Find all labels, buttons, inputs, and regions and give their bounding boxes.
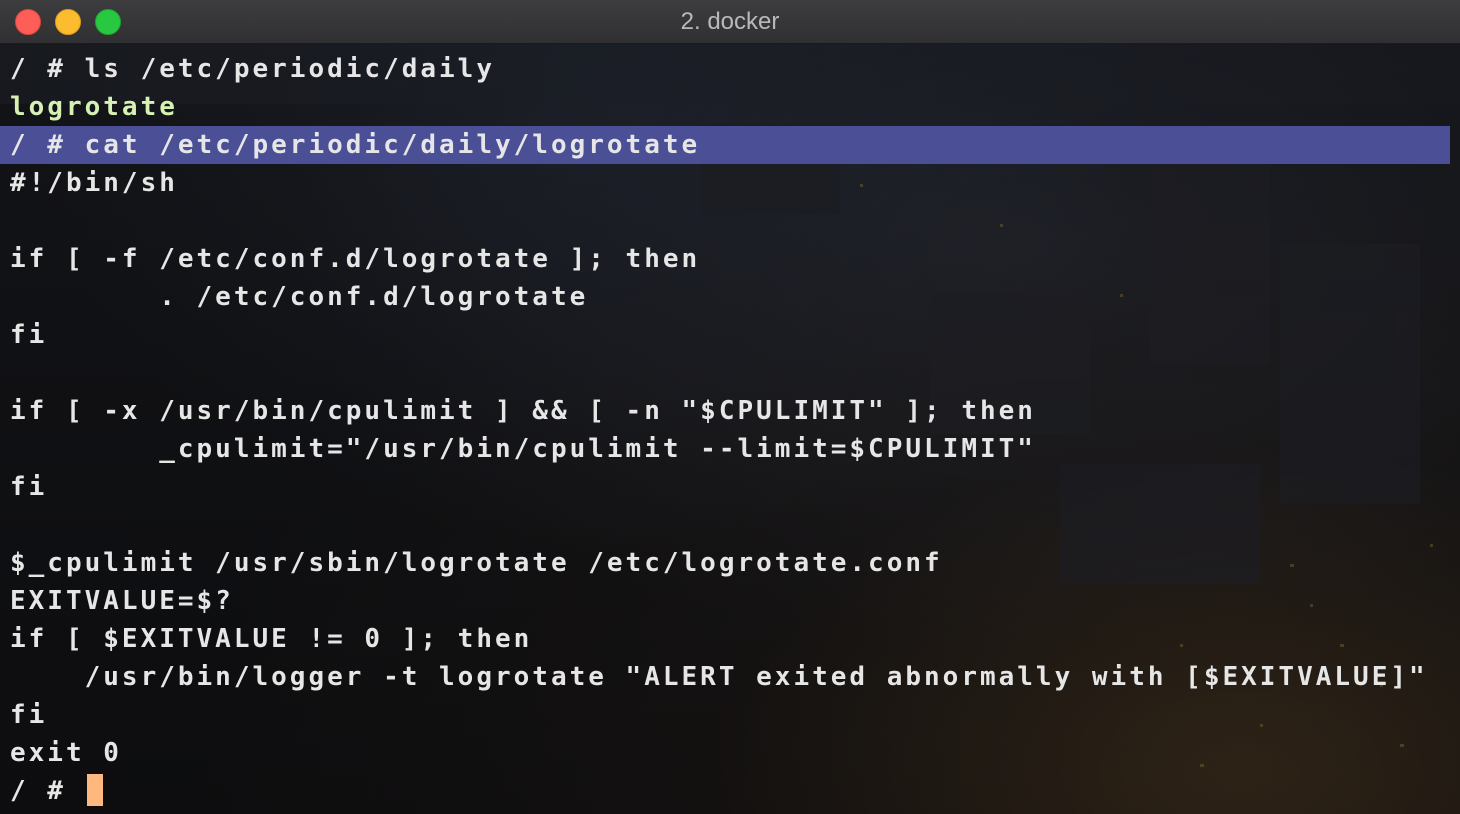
terminal-line: EXITVALUE=$? [10, 586, 234, 616]
terminal-prompt-line[interactable]: / # [0, 772, 1460, 810]
terminal-line: /usr/bin/logger -t logrotate "ALERT exit… [10, 662, 1428, 692]
terminal-window: 2. docker / # ls /etc/periodic/daily log… [0, 0, 1460, 814]
terminal-line: / # ls /etc/periodic/daily [10, 54, 495, 84]
terminal-line: if [ -f /etc/conf.d/logrotate ]; then [10, 244, 701, 274]
terminal-line: fi [10, 472, 48, 502]
terminal-line: _cpulimit="/usr/bin/cpulimit --limit=$CP… [10, 434, 1036, 464]
shell-prompt: / # [10, 776, 85, 806]
text-cursor [86, 773, 103, 806]
terminal-line: fi [10, 700, 48, 730]
window-title: 2. docker [680, 8, 780, 35]
terminal-line: if [ $EXITVALUE != 0 ]; then [10, 624, 533, 654]
title-bar[interactable]: 2. docker [0, 0, 1460, 44]
terminal-output[interactable]: / # ls /etc/periodic/daily logrotate / #… [0, 50, 1460, 814]
terminal-line: fi [10, 320, 48, 350]
terminal-line-selected: / # cat /etc/periodic/daily/logrotate [0, 126, 1450, 164]
terminal-line: exit 0 [10, 738, 122, 768]
terminal-line: #!/bin/sh [10, 168, 178, 198]
terminal-line: . /etc/conf.d/logrotate [10, 282, 589, 312]
terminal-line: logrotate [10, 92, 178, 122]
terminal-line: if [ -x /usr/bin/cpulimit ] && [ -n "$CP… [10, 396, 1036, 426]
terminal-line: $_cpulimit /usr/sbin/logrotate /etc/logr… [10, 548, 943, 578]
